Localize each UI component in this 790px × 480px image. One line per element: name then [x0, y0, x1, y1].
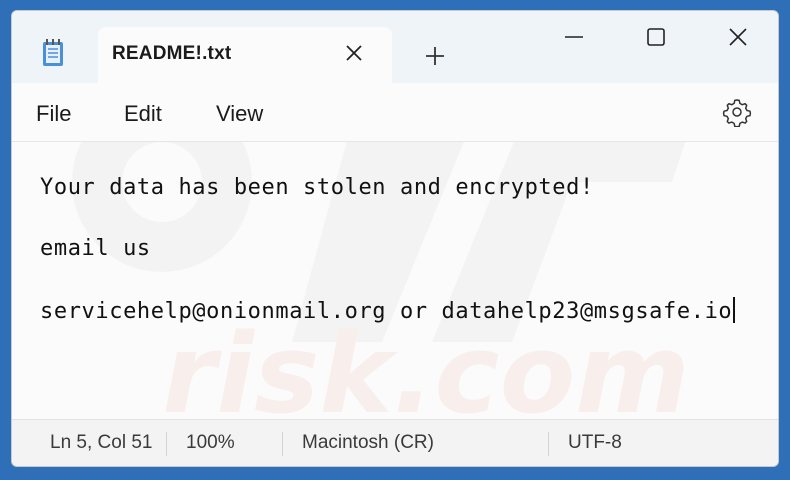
close-window-icon[interactable] [726, 25, 750, 49]
line-ending[interactable]: Macintosh (CR) [302, 432, 434, 454]
notepad-window: README!.txt File Edit View risk.com Your… [11, 10, 779, 467]
status-bar: Ln 5, Col 51 100% Macintosh (CR) UTF-8 [12, 419, 778, 466]
plus-icon[interactable] [424, 45, 446, 67]
menu-bar: File Edit View [12, 83, 778, 141]
status-divider [548, 432, 549, 456]
tab-title: README!.txt [112, 43, 232, 64]
close-icon[interactable] [344, 43, 364, 63]
minimize-icon[interactable] [562, 25, 586, 49]
zoom-level[interactable]: 100% [186, 432, 235, 454]
status-divider [282, 432, 283, 456]
gear-icon[interactable] [722, 97, 752, 127]
menu-view[interactable]: View [216, 101, 263, 127]
menu-file[interactable]: File [36, 101, 71, 127]
cursor-position: Ln 5, Col 51 [50, 432, 153, 453]
text-line: Your data has been stolen and encrypted! [40, 175, 594, 200]
maximize-icon[interactable] [644, 25, 668, 49]
notepad-icon [43, 39, 63, 66]
svg-text:risk.com: risk.com [162, 310, 690, 420]
text-line: servicehelp@onionmail.org or datahelp23@… [40, 299, 733, 324]
menu-edit[interactable]: Edit [124, 101, 162, 127]
status-divider [166, 432, 167, 456]
text-caret [733, 297, 736, 323]
text-editor[interactable]: risk.com Your data has been stolen and e… [12, 141, 778, 420]
desktop-background: README!.txt File Edit View risk.com Your… [0, 0, 790, 480]
title-bar: README!.txt [12, 11, 778, 83]
text-line-with-caret: servicehelp@onionmail.org or datahelp23@… [40, 297, 736, 324]
tab-readme[interactable]: README!.txt [98, 27, 392, 83]
text-line: email us [40, 236, 151, 261]
encoding[interactable]: UTF-8 [568, 432, 622, 454]
